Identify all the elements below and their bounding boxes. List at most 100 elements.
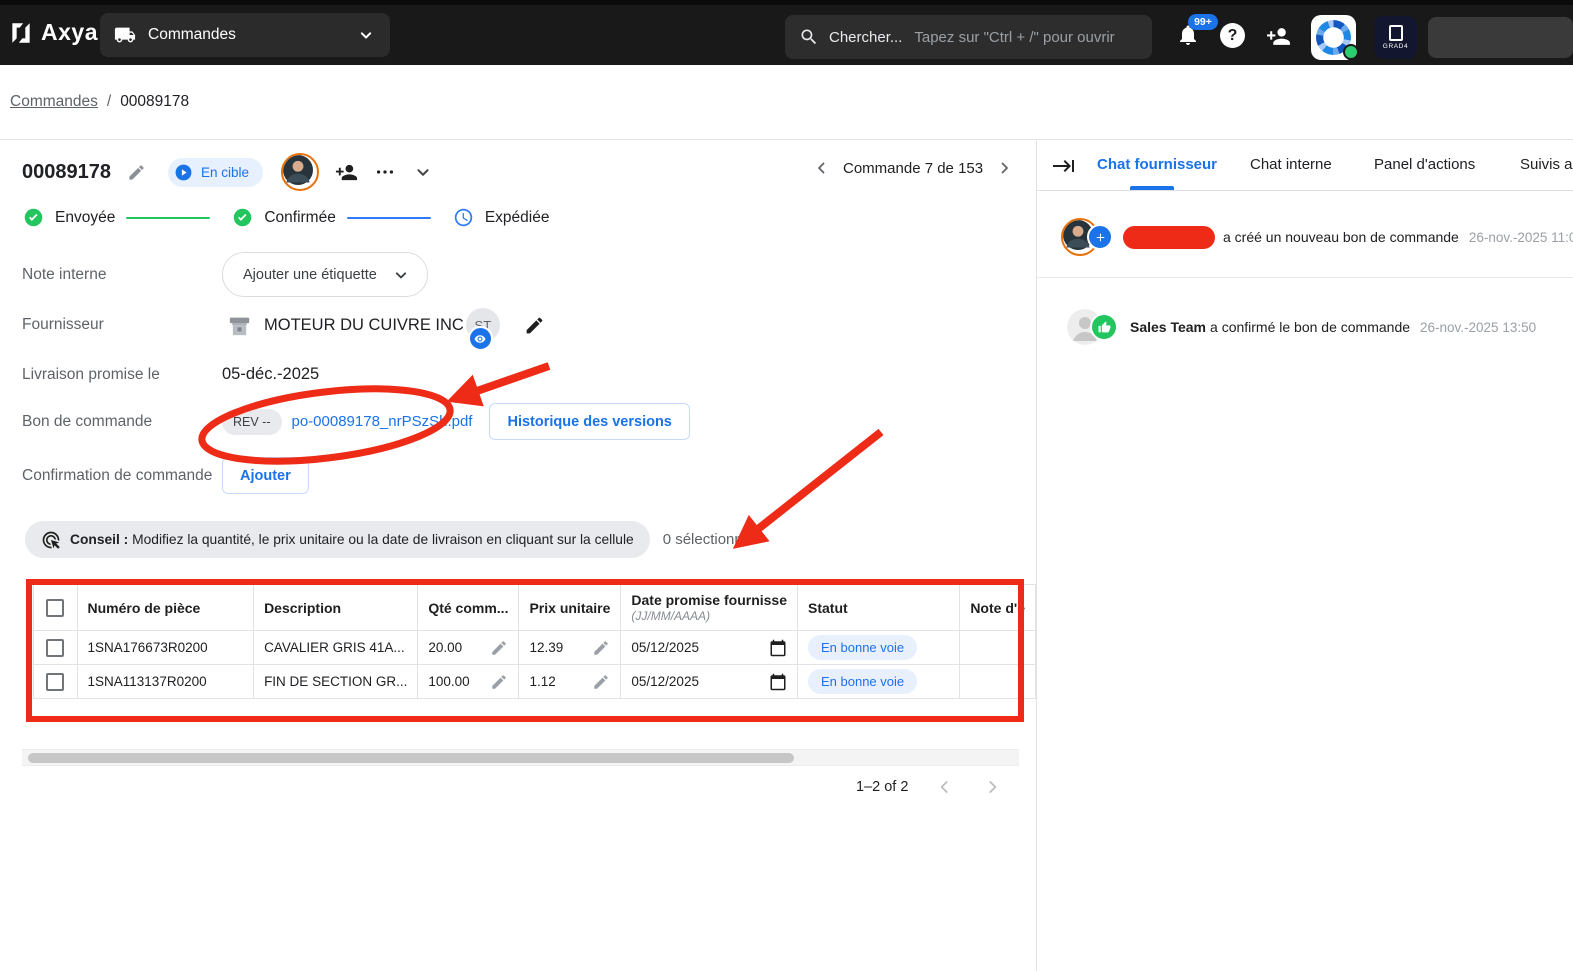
tip-text: Modifiez la quantité, le prix unitaire o… xyxy=(132,532,634,547)
step-sent-check-icon xyxy=(23,207,44,228)
chevron-down-icon xyxy=(356,25,376,45)
play-circle-icon xyxy=(174,163,193,182)
order-status-chip-label: En cible xyxy=(201,165,249,180)
order-pager: Commande 7 de 153 xyxy=(813,159,1013,177)
add-confirmation-button[interactable]: Ajouter xyxy=(222,457,309,494)
po-pdf-link[interactable]: po-00089178_nrPSzSh.pdf xyxy=(292,413,473,430)
click-cursor-icon xyxy=(41,530,61,550)
more-options-icon[interactable] xyxy=(374,161,396,183)
global-search-input[interactable]: Chercher... Tapez sur "Ctrl + /" pour ou… xyxy=(785,15,1152,59)
tip-row: Conseil : Modifiez la quantité, le prix … xyxy=(25,521,759,558)
price-cell[interactable]: 1.12 xyxy=(519,665,621,699)
breadcrumb-current: 00089178 xyxy=(120,93,189,111)
edit-qty-pencil-icon[interactable] xyxy=(490,639,508,657)
previous-order-chevron[interactable] xyxy=(813,159,831,177)
note-interne-row: Note interne Ajouter une étiquette xyxy=(22,252,428,297)
edit-qty-pencil-icon[interactable] xyxy=(490,673,508,691)
pagination-prev-chevron[interactable] xyxy=(935,777,955,797)
account-area[interactable] xyxy=(1428,17,1573,58)
pagination-next-chevron[interactable] xyxy=(982,777,1002,797)
help-button[interactable]: ? xyxy=(1220,23,1245,48)
breadcrumb-commandes-link[interactable]: Commandes xyxy=(10,93,98,111)
edit-order-pencil-icon[interactable] xyxy=(127,163,146,182)
calendar-icon[interactable] xyxy=(769,673,787,691)
note-cell[interactable] xyxy=(960,631,1036,665)
fournisseur-row: Fournisseur MOTEUR DU CUIVRE INC ST xyxy=(22,308,545,342)
event-text: a confirmé le bon de commande xyxy=(1210,319,1410,335)
bon-de-commande-row: Bon de commande REV -- po-00089178_nrPSz… xyxy=(22,403,690,440)
col-description: Description xyxy=(254,585,418,631)
step-confirmed-check-icon xyxy=(232,207,253,228)
status-badge: En bonne voie xyxy=(808,669,917,694)
fournisseur-label: Fournisseur xyxy=(22,316,222,334)
select-all-checkbox[interactable] xyxy=(46,599,64,617)
top-navbar: Axya Commandes Chercher... Tapez sur "Ct… xyxy=(0,0,1573,65)
edit-price-pencil-icon[interactable] xyxy=(592,673,610,691)
col-qty: Qté comm... xyxy=(418,585,519,631)
active-tab-underline xyxy=(1130,186,1174,190)
tab-suivis[interactable]: Suivis au xyxy=(1520,156,1573,173)
status-cell: En bonne voie xyxy=(798,665,960,699)
step-sent-label: Envoyée xyxy=(55,209,115,227)
module-selector[interactable]: Commandes xyxy=(100,13,390,57)
order-title-row: 00089178 En cible xyxy=(22,153,434,191)
next-order-chevron[interactable] xyxy=(995,159,1013,177)
part-number-cell: 1SNA113137R0200 xyxy=(77,665,254,699)
page-title-order-number: 00089178 xyxy=(22,161,111,184)
axya-logo: Axya xyxy=(8,19,98,46)
confirmation-row: Confirmation de commande Ajouter xyxy=(22,457,309,494)
selection-count: 0 sélectionnée xyxy=(663,531,760,548)
order-status-chip[interactable]: En cible xyxy=(168,158,263,187)
step-connector-done xyxy=(126,217,210,219)
scrollbar-thumb[interactable] xyxy=(28,753,794,763)
row-checkbox[interactable] xyxy=(46,639,64,657)
share-order-person-add-icon[interactable] xyxy=(335,161,358,184)
part-number-cell: 1SNA176673R0200 xyxy=(77,631,254,665)
tab-chat-interne[interactable]: Chat interne xyxy=(1250,156,1332,173)
event-text: a créé un nouveau bon de commande xyxy=(1223,229,1459,245)
revision-chip: REV -- xyxy=(222,409,282,435)
tip-prefix: Conseil : xyxy=(70,532,128,547)
fournisseur-name: MOTEUR DU CUIVRE INC xyxy=(264,316,464,335)
person-add-icon xyxy=(1266,24,1291,49)
step-connector-pending xyxy=(347,217,431,219)
invite-user-button[interactable] xyxy=(1266,24,1291,49)
edit-fournisseur-pencil-icon[interactable] xyxy=(524,315,545,336)
eye-icon xyxy=(468,326,493,351)
plus-badge-icon xyxy=(1087,224,1113,250)
row-checkbox[interactable] xyxy=(46,673,64,691)
notifications-bell-button[interactable]: 99+ xyxy=(1176,23,1200,47)
chevron-down-icon xyxy=(391,265,411,285)
status-badge: En bonne voie xyxy=(808,635,917,660)
calendar-icon[interactable] xyxy=(769,639,787,657)
qty-cell[interactable]: 20.00 xyxy=(418,631,519,665)
edit-price-pencil-icon[interactable] xyxy=(592,639,610,657)
col-unit-price: Prix unitaire xyxy=(519,585,621,631)
tab-panel-actions[interactable]: Panel d'actions xyxy=(1374,156,1475,173)
version-history-button[interactable]: Historique des versions xyxy=(489,403,689,440)
step-shipped-label: Expédiée xyxy=(485,209,550,227)
machine-icon xyxy=(225,311,254,340)
line-items-table: Numéro de pièce Description Qté comm... … xyxy=(33,584,1036,699)
price-cell[interactable]: 12.39 xyxy=(519,631,621,665)
tab-chat-fournisseur[interactable]: Chat fournisseur xyxy=(1097,156,1217,173)
confirmation-label: Confirmation de commande xyxy=(22,467,222,485)
description-cell: CAVALIER GRIS 41A... xyxy=(254,631,418,665)
search-icon xyxy=(799,27,819,47)
date-cell[interactable]: 05/12/2025 xyxy=(621,631,798,665)
app-launcher-icon[interactable] xyxy=(1311,15,1356,60)
description-cell: FIN DE SECTION GR... xyxy=(254,665,418,699)
collapse-panel-icon[interactable] xyxy=(1052,154,1076,178)
note-cell[interactable] xyxy=(960,665,1036,699)
supplier-contact-avatar[interactable]: ST xyxy=(466,308,500,342)
grad4-label: GRAD4 xyxy=(1383,43,1408,50)
grad4-app-icon[interactable]: GRAD4 xyxy=(1374,16,1417,59)
add-tag-dropdown[interactable]: Ajouter une étiquette xyxy=(222,252,428,297)
qty-cell[interactable]: 100.00 xyxy=(418,665,519,699)
horizontal-scrollbar[interactable] xyxy=(22,749,1019,766)
date-cell[interactable]: 05/12/2025 xyxy=(621,665,798,699)
tip-pill: Conseil : Modifiez la quantité, le prix … xyxy=(25,521,650,558)
col-note: Note d'e xyxy=(960,585,1036,631)
expand-chevron-down-icon[interactable] xyxy=(412,161,434,183)
assignee-avatar[interactable] xyxy=(281,153,319,191)
